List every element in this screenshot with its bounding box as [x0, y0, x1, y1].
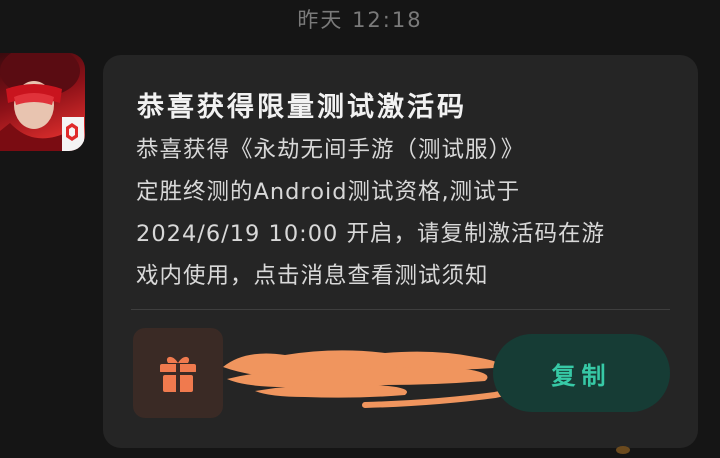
chat-screen: 昨天 12:18 恭喜获得限量测试激活码 恭喜获得《永劫无间手游（测试服）》 定… — [0, 0, 720, 458]
card-divider — [131, 309, 670, 310]
partial-indicator — [616, 446, 630, 454]
message-body: 恭喜获得《永劫无间手游（测试服）》 定胜终测的Android测试资格,测试于 2… — [136, 129, 676, 297]
message-title: 恭喜获得限量测试激活码 — [137, 92, 467, 123]
activation-code-message-card[interactable]: 恭喜获得限量测试激活码 恭喜获得《永劫无间手游（测试服）》 定胜终测的Andro… — [103, 55, 698, 448]
message-timestamp: 昨天 12:18 — [297, 8, 423, 32]
gift-tile — [133, 328, 223, 418]
message-body-line: 定胜终测的Android测试资格,测试于 — [136, 179, 521, 205]
message-body-line: 戏内使用，点击消息查看测试须知 — [136, 263, 489, 289]
game-app-avatar-icon[interactable] — [0, 53, 85, 151]
message-body-line: 恭喜获得《永劫无间手游（测试服）》 — [136, 137, 525, 163]
gift-icon — [160, 356, 196, 392]
copy-code-button[interactable]: 复制 — [493, 334, 670, 412]
message-body-line: 2024/6/19 10:00 开启，请复制激活码在游 — [136, 221, 606, 247]
